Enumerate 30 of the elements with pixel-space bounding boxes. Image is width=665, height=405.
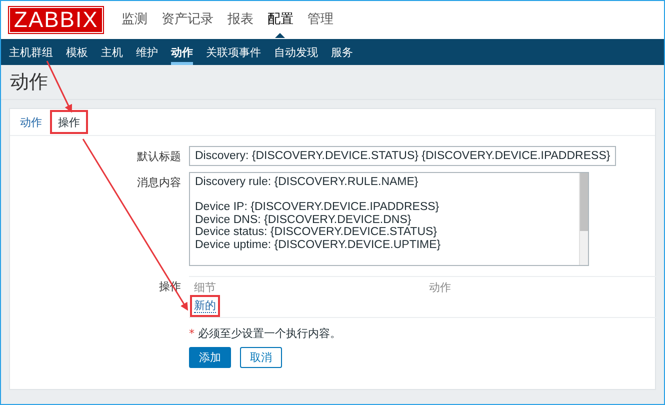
sub-menu-item[interactable]: 自动发现 <box>274 39 318 65</box>
message-text: Device IP: {DISCOVERY.DEVICE.IPADDRESS} Device DNS: {DISCOVERY.DEVICE.DNS} Device status: {DISCOVERY.DEVICE.STATUS} Device uptime: {DISCOVERY.DEVICE.UPTIME} <box>195 201 442 251</box>
top-menu-item[interactable]: 报表 <box>227 11 254 29</box>
tab[interactable]: 操作 <box>52 112 86 132</box>
subject-field[interactable]: Discovery: {DISCOVERY.DEVICE.STATUS} {DISCOVERY.DEVICE.IPADDRESS} <box>189 146 616 166</box>
sub-menu-item[interactable]: 服务 <box>331 39 353 65</box>
field-label: 消息内容 <box>136 175 181 190</box>
top-menu-item[interactable]: 管理 <box>307 11 334 29</box>
zabbix-logo[interactable]: ZABBIX <box>9 7 104 33</box>
required-note: * 必须至少设置一个执行内容。 <box>189 326 341 341</box>
sub-menu-item[interactable]: 模板 <box>66 39 88 65</box>
message-textarea[interactable]: Discovery rule: {DISCOVERY.RULE.NAME} Device IP: {DISCOVERY.DEVICE.IPADDRESS} Device DNS: {DISCOVERY.DEVICE.DNS} Device status: {DISCOVERY.DEVICE.STATUS} Device uptime: {DISCOVERY.DEVICE.UPTIME} <box>189 172 589 266</box>
annotation-arrow <box>46 60 72 113</box>
column-header: 细节 <box>193 280 217 295</box>
cancel-button[interactable]: 取消 <box>240 347 282 368</box>
page-title: 动作 <box>10 70 48 95</box>
sub-menu-item[interactable]: 主机群组 <box>9 39 53 65</box>
sub-menu-item[interactable]: 关联项事件 <box>206 39 261 65</box>
scrollbar[interactable] <box>579 173 588 265</box>
top-menu-item[interactable]: 监测 <box>121 11 148 29</box>
message-text: Discovery rule: {DISCOVERY.RULE.NAME} <box>195 176 420 188</box>
sub-menu-item[interactable]: 维护 <box>136 39 158 65</box>
tab[interactable]: 动作 <box>18 109 44 135</box>
field-label: 默认标题 <box>136 149 181 164</box>
top-menu-item[interactable]: 配置 <box>267 11 294 29</box>
sub-menu-item[interactable]: 动作 <box>171 39 193 65</box>
top-menu-item[interactable]: 资产记录 <box>161 11 214 29</box>
column-header: 动作 <box>428 280 452 295</box>
sub-menu-item[interactable]: 主机 <box>101 39 123 65</box>
add-button[interactable]: 添加 <box>189 347 231 368</box>
